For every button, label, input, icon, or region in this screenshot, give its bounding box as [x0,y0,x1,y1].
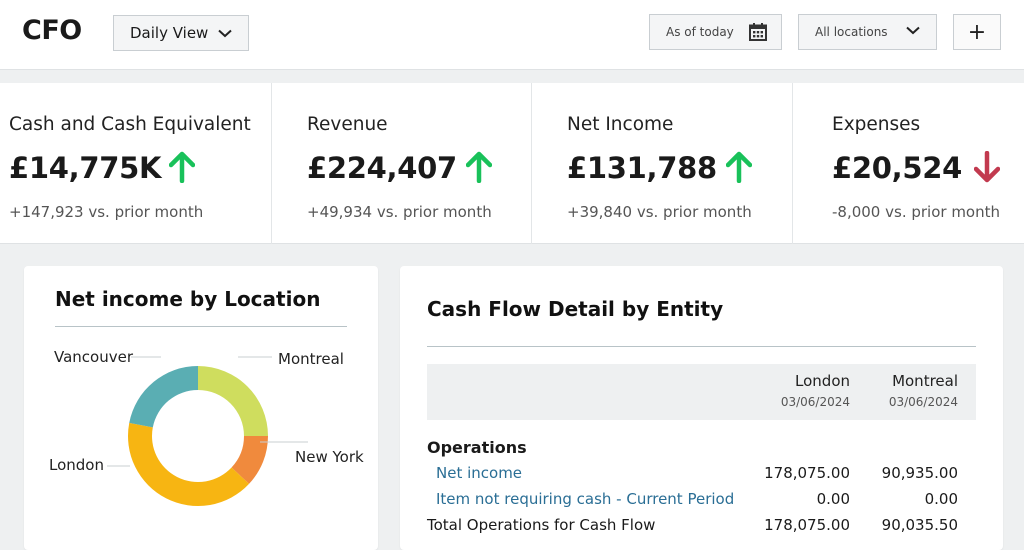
location-filter-select[interactable]: All locations [798,14,937,50]
kpi-expenses[interactable]: Expenses £20,524 -8,000 vs. prior month [793,83,1024,244]
app-title: CFO [22,15,82,46]
cell-montreal: 90,035.50 [881,516,958,534]
row-link-net-income[interactable]: Net income [436,464,522,482]
donut-label-london: London [49,456,104,474]
card-title: Cash Flow Detail by Entity [427,297,724,321]
kpi-label: Cash and Cash Equivalent [9,114,251,135]
cell-london: 178,075.00 [764,516,850,534]
view-select[interactable]: Daily View [113,15,249,51]
chevron-down-icon [906,26,920,35]
column-date: 03/06/2024 [780,395,850,409]
column-header-london[interactable]: London 03/06/2024 [781,372,850,409]
date-filter-label: As of today [666,25,734,39]
date-filter-button[interactable]: As of today [649,14,782,50]
net-income-location-card: Net income by Location Vancouver Montrea… [24,266,378,550]
row-link-non-cash-items[interactable]: Item not requiring cash - Current Period [436,490,734,508]
cell-london: 0.00 [816,490,850,508]
arrow-up-icon [726,151,752,183]
donut-slice-vancouver[interactable] [129,366,198,428]
arrow-up-icon [169,151,195,183]
donut-label-vancouver: Vancouver [54,348,133,366]
kpi-delta: +147,923 vs. prior month [9,203,204,221]
top-bar: CFO Daily View As of today All locations… [0,0,1024,70]
kpi-label: Revenue [307,114,388,135]
kpi-value: £20,524 [832,151,962,185]
plus-icon: + [967,19,987,45]
cash-flow-card: Cash Flow Detail by Entity London 03/06/… [400,266,1003,550]
column-date: 03/06/2024 [888,395,958,409]
add-button[interactable]: + [953,14,1001,50]
kpi-delta: +39,840 vs. prior month [567,203,752,221]
cell-montreal: 90,935.00 [881,464,958,482]
arrow-up-icon [466,151,492,183]
column-name: Montreal [892,372,958,390]
cell-london: 178,075.00 [764,464,850,482]
kpi-label: Expenses [832,114,921,135]
calendar-icon [748,23,767,41]
row-label: Total Operations for Cash Flow [427,516,656,534]
table-row: Total Operations for Cash Flow 178,075.0… [427,516,976,538]
donut-slice-montreal[interactable] [198,366,268,436]
donut-chart[interactable] [24,266,378,550]
kpi-delta: -8,000 vs. prior month [832,203,1001,221]
table-header: London 03/06/2024 Montreal 03/06/2024 [427,364,976,420]
kpi-row: Cash and Cash Equivalent £14,775K +147,9… [0,83,1024,244]
kpi-value: £224,407 [307,151,457,185]
column-name: London [795,372,850,390]
donut-label-new-york: New York [295,448,364,466]
column-header-montreal[interactable]: Montreal 03/06/2024 [889,372,958,409]
location-filter-label: All locations [815,25,888,39]
arrow-down-icon [974,151,1000,183]
chevron-down-icon [218,29,233,37]
section-label: Operations [427,438,527,457]
kpi-value: £14,775K [9,151,162,185]
kpi-cash[interactable]: Cash and Cash Equivalent £14,775K +147,9… [0,83,272,244]
donut-slice-london[interactable] [128,422,250,506]
divider [427,346,976,347]
section-header: Operations [427,438,976,460]
kpi-net-income[interactable]: Net Income £131,788 +39,840 vs. prior mo… [532,83,793,244]
kpi-value: £131,788 [567,151,717,185]
donut-label-montreal: Montreal [278,350,344,368]
kpi-label: Net Income [567,114,674,135]
view-select-label: Daily View [130,24,209,42]
table-row: Item not requiring cash - Current Period… [427,490,976,512]
kpi-delta: +49,934 vs. prior month [307,203,492,221]
table-row: Net income 178,075.00 90,935.00 [427,464,976,486]
cell-montreal: 0.00 [924,490,958,508]
kpi-revenue[interactable]: Revenue £224,407 +49,934 vs. prior month [272,83,532,244]
